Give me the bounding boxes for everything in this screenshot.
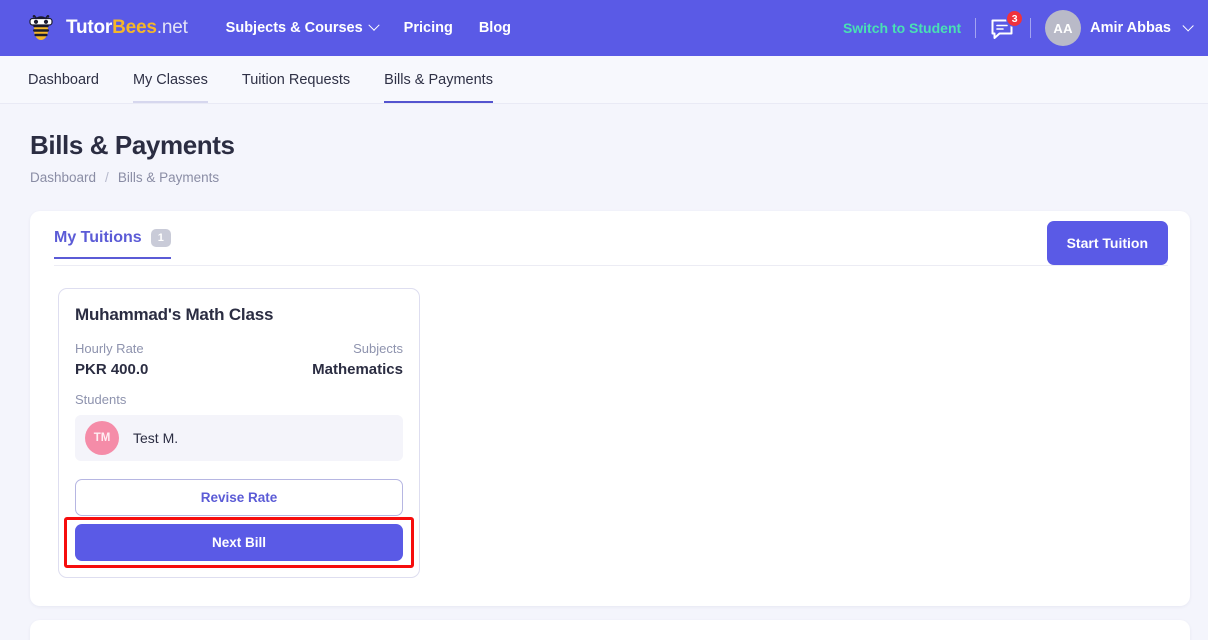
user-menu[interactable]: AA Amir Abbas xyxy=(1045,10,1190,46)
tab-my-tuitions-count: 1 xyxy=(151,229,171,247)
subjects-value: Mathematics xyxy=(239,361,403,378)
tab-my-classes-label: My Classes xyxy=(133,72,208,88)
next-panel-preview xyxy=(30,620,1190,640)
breadcrumb: Dashboard / Bills & Payments xyxy=(30,170,1208,185)
tab-bills-payments-label: Bills & Payments xyxy=(384,72,493,88)
subjects-label: Subjects xyxy=(239,341,403,356)
next-bill-button[interactable]: Next Bill xyxy=(75,524,403,561)
chat-messages-button[interactable]: 3 xyxy=(990,15,1016,41)
nav-subjects-courses-label: Subjects & Courses xyxy=(226,20,363,36)
breadcrumb-dashboard[interactable]: Dashboard xyxy=(30,170,96,185)
nav-blog[interactable]: Blog xyxy=(479,20,511,36)
tuition-cards-container: Muhammad's Math Class Hourly Rate Subjec… xyxy=(44,266,1168,578)
page-header: Bills & Payments Dashboard / Bills & Pay… xyxy=(0,104,1208,185)
nav-subjects-courses[interactable]: Subjects & Courses xyxy=(226,20,378,36)
list-item[interactable]: TM Test M. xyxy=(75,415,403,461)
brand-part-bees: Bees xyxy=(112,17,157,38)
secondary-navigation: Dashboard My Classes Tuition Requests Bi… xyxy=(0,56,1208,104)
tuition-card: Muhammad's Math Class Hourly Rate Subjec… xyxy=(58,288,420,578)
header-divider-1 xyxy=(975,18,976,38)
students-label: Students xyxy=(75,392,403,407)
student-name-label: Test M. xyxy=(133,430,178,446)
nav-blog-label: Blog xyxy=(479,20,511,36)
chevron-down-icon xyxy=(1182,20,1193,31)
tab-tuition-requests[interactable]: Tuition Requests xyxy=(242,56,350,103)
tuitions-panel: My Tuitions 1 Start Tuition Muhammad's M… xyxy=(30,211,1190,606)
brand-logo[interactable]: TutorBees.net xyxy=(28,15,188,41)
tab-my-classes[interactable]: My Classes xyxy=(133,56,208,103)
revise-rate-button[interactable]: Revise Rate xyxy=(75,479,403,516)
tuition-card-meta: Hourly Rate Subjects PKR 400.0 Mathemati… xyxy=(75,341,403,378)
brand-part-net: .net xyxy=(157,17,188,38)
user-name-label: Amir Abbas xyxy=(1090,20,1171,36)
nav-pricing[interactable]: Pricing xyxy=(404,20,453,36)
next-bill-button-wrapper: Next Bill xyxy=(75,524,403,561)
header-divider-2 xyxy=(1030,18,1031,38)
page-title: Bills & Payments xyxy=(30,130,1208,161)
breadcrumb-current: Bills & Payments xyxy=(118,170,219,185)
avatar: TM xyxy=(85,421,119,455)
tab-dashboard[interactable]: Dashboard xyxy=(28,56,99,103)
brand-text: TutorBees.net xyxy=(66,17,188,39)
chevron-down-icon xyxy=(368,20,379,31)
tuition-card-title: Muhammad's Math Class xyxy=(75,305,403,325)
panel-tabs: My Tuitions 1 xyxy=(54,229,171,259)
bee-logo-icon xyxy=(28,15,58,41)
main-navigation: Subjects & Courses Pricing Blog xyxy=(226,20,511,36)
header-right-cluster: Switch to Student 3 AA Amir Abbas xyxy=(843,10,1190,46)
tab-dashboard-label: Dashboard xyxy=(28,72,99,88)
tab-my-tuitions-label: My Tuitions xyxy=(54,229,142,247)
start-tuition-button[interactable]: Start Tuition xyxy=(1047,221,1168,265)
chat-unread-badge: 3 xyxy=(1006,10,1023,27)
panel-toolbar: My Tuitions 1 Start Tuition xyxy=(44,229,1168,265)
switch-to-student-link[interactable]: Switch to Student xyxy=(843,20,961,36)
nav-pricing-label: Pricing xyxy=(404,20,453,36)
hourly-rate-label: Hourly Rate xyxy=(75,341,239,356)
tab-tuition-requests-label: Tuition Requests xyxy=(242,72,350,88)
tab-my-tuitions[interactable]: My Tuitions 1 xyxy=(54,229,171,259)
tab-bills-payments[interactable]: Bills & Payments xyxy=(384,56,493,103)
brand-part-tutor: Tutor xyxy=(66,17,112,38)
top-header-bar: TutorBees.net Subjects & Courses Pricing… xyxy=(0,0,1208,56)
avatar: AA xyxy=(1045,10,1081,46)
hourly-rate-value: PKR 400.0 xyxy=(75,361,239,378)
breadcrumb-separator: / xyxy=(105,170,109,185)
